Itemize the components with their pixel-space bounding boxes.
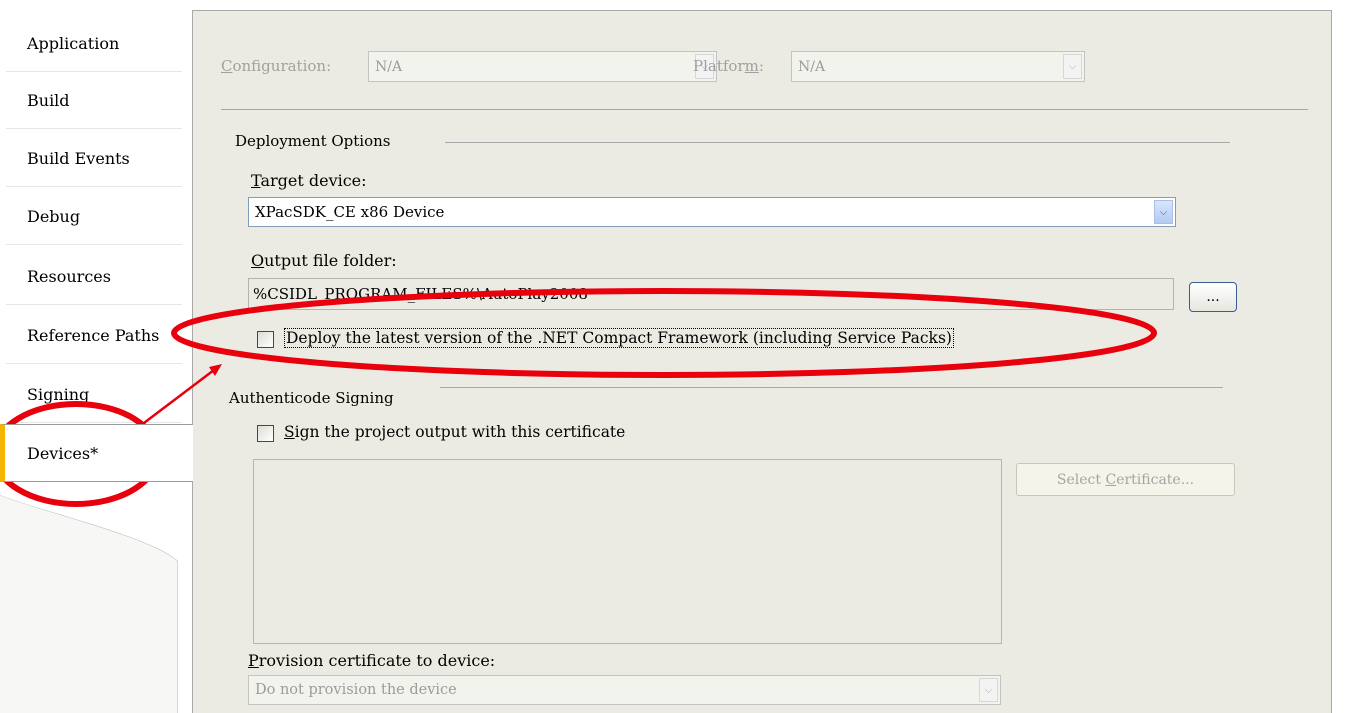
tab-build-events[interactable]: Build Events: [6, 130, 182, 187]
tab-label: Debug: [27, 206, 81, 226]
browse-button[interactable]: ...: [1189, 282, 1237, 312]
provision-certificate-label: Provision certificate to device:: [248, 651, 496, 670]
output-folder-value: %CSIDL_PROGRAM_FILES%\AutoPlay2008: [253, 285, 588, 303]
platform-label: Platform:: [693, 57, 764, 75]
provision-certificate-value: Do not provision the device: [255, 682, 457, 698]
tab-reference-paths[interactable]: Reference Paths: [6, 307, 182, 364]
configuration-label: Configuration:: [221, 57, 332, 75]
header-separator: [221, 109, 1308, 110]
configuration-value: N/A: [375, 58, 403, 75]
target-device-label: Target device:: [251, 171, 367, 190]
target-device-value: XPacSDK_CE x86 Device: [255, 203, 445, 221]
tab-label: Reference Paths: [27, 325, 160, 345]
chevron-down-icon: ⌵: [1063, 54, 1082, 79]
tab-label: Resources: [27, 266, 111, 286]
deploy-compact-framework-label[interactable]: Deploy the latest version of the .NET Co…: [284, 328, 954, 348]
devices-property-page: Configuration: N/A ⌵ Platform: N/A ⌵ Dep…: [192, 10, 1332, 713]
output-folder-label: Output file folder:: [251, 251, 397, 270]
configuration-select[interactable]: N/A ⌵: [368, 51, 717, 82]
tab-resources[interactable]: Resources: [6, 248, 182, 305]
tab-signing[interactable]: Signing: [6, 366, 182, 423]
tab-application[interactable]: Application: [6, 15, 182, 72]
tab-debug[interactable]: Debug: [6, 188, 182, 245]
sign-output-label[interactable]: Sign the project output with this certif…: [284, 423, 625, 441]
tab-build[interactable]: Build: [6, 72, 182, 129]
platform-value: N/A: [798, 58, 826, 75]
sign-output-checkbox[interactable]: [257, 425, 274, 442]
target-device-select[interactable]: XPacSDK_CE x86 Device ⌵: [248, 197, 1176, 227]
select-certificate-button[interactable]: Select Certificate...: [1016, 463, 1235, 496]
tab-strip-curve: [0, 481, 192, 713]
chevron-down-icon: ⌵: [979, 678, 998, 702]
tab-label: Build Events: [27, 148, 130, 168]
chevron-down-icon: ⌵: [1154, 200, 1173, 224]
certificate-details-box: [253, 459, 1002, 644]
tab-label: Signing: [27, 384, 90, 404]
provision-certificate-select[interactable]: Do not provision the device ⌵: [248, 675, 1001, 705]
authenticode-group-line: [440, 387, 1223, 388]
tab-label: Application: [27, 33, 120, 53]
output-folder-field[interactable]: %CSIDL_PROGRAM_FILES%\AutoPlay2008: [248, 278, 1174, 310]
deployment-group-line: [445, 142, 1230, 143]
platform-select[interactable]: N/A ⌵: [791, 51, 1085, 82]
tab-label: Devices*: [27, 443, 99, 463]
tab-strip: Application Build Build Events Debug Res…: [0, 0, 193, 713]
tab-label: Build: [27, 90, 70, 110]
authenticode-group-title: Authenticode Signing: [229, 389, 394, 407]
tab-devices[interactable]: Devices*: [0, 424, 193, 482]
select-certificate-label: Select Certificate...: [1056, 471, 1195, 488]
deploy-compact-framework-checkbox[interactable]: [257, 331, 274, 348]
browse-button-label: ...: [1206, 289, 1220, 305]
deployment-group-title: Deployment Options: [235, 132, 391, 150]
